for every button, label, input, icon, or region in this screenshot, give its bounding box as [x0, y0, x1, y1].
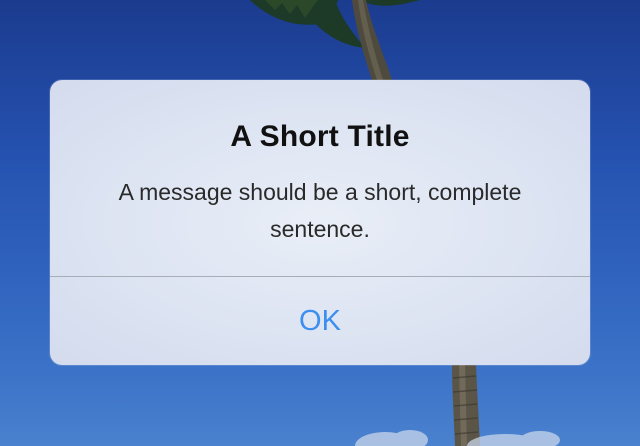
alert-title: A Short Title [230, 120, 410, 153]
ok-button[interactable]: OK [50, 277, 590, 365]
alert-content: A Short Title A message should be a shor… [50, 80, 590, 276]
alert-message: A message should be a short, complete se… [118, 179, 522, 242]
alert-dialog: A Short Title A message should be a shor… [50, 80, 590, 365]
